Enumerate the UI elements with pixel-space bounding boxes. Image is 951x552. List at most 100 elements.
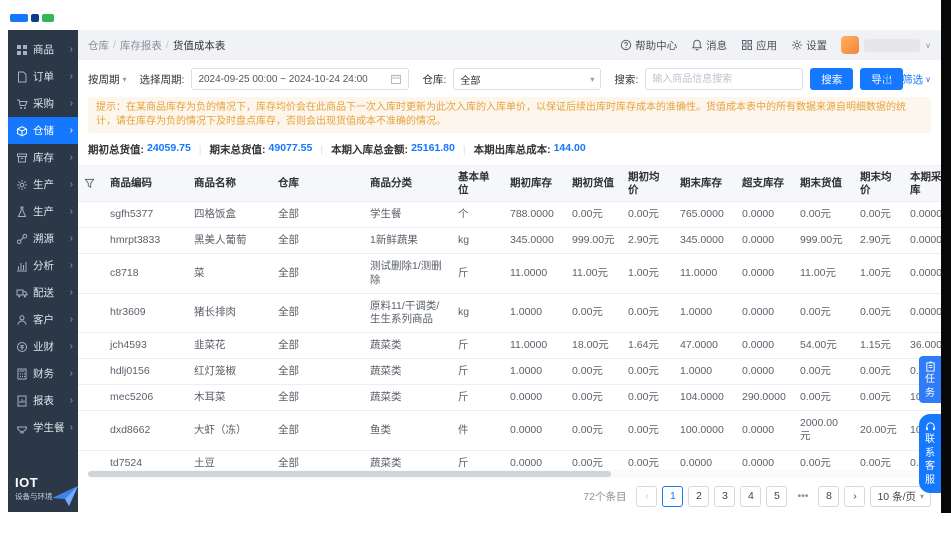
column-header: 期末均价 [854, 166, 904, 203]
table-cell: 学生餐 [364, 201, 452, 229]
table-cell: 0.0000 [736, 358, 794, 386]
sidebar-item-1[interactable]: 商品 › [8, 36, 78, 63]
contact-support-float-button[interactable]: 联系客服 [919, 414, 941, 493]
row-filter-cell [78, 450, 104, 469]
search-input[interactable] [645, 68, 804, 90]
page-button-4[interactable]: 4 [740, 485, 762, 507]
topbar-action-apps[interactable]: 应用 [741, 38, 777, 53]
table-cell: 54.00元 [794, 332, 854, 360]
sidebar-item-label: 配送 [33, 287, 54, 299]
table-cell: c8718 [104, 253, 188, 294]
table-cell: htr3609 [104, 293, 188, 333]
sidebar-item-8[interactable]: 溯源 › [8, 225, 78, 252]
grid-icon [17, 44, 27, 55]
sidebar-item-6[interactable]: 生产 › [8, 171, 78, 198]
sidebar-item-9[interactable]: 分析 › [8, 252, 78, 279]
gear-icon [792, 40, 803, 50]
page-button-2[interactable]: 2 [688, 485, 710, 507]
table-row[interactable]: hmrpt3833 黑美人葡萄 全部 1新鲜蔬果 kg 345.0000 999.00元 2.… [78, 227, 941, 255]
topbar: 仓库 / 库存报表 / 货值成本表 帮助中心 消息 应用 设置 ∨ [78, 30, 941, 60]
table-cell: 0.00元 [566, 201, 622, 229]
table-row[interactable]: jch4593 韭菜花 全部 蔬菜类斤 11.0000 18.00元 1.64元 47.000… [78, 332, 941, 360]
prev-page-button[interactable]: ‹ [636, 485, 658, 507]
column-filter-header[interactable] [78, 166, 104, 203]
task-float-button[interactable]: 任务 [919, 356, 941, 403]
table-row[interactable]: hdlj0156 红灯笼椒 全部 蔬菜类斤 1.0000 0.00元 0.00元 1.0000… [78, 358, 941, 386]
page-button-3[interactable]: 3 [714, 485, 736, 507]
chart-icon [17, 261, 27, 271]
warehouse-select[interactable]: 全部 ▾ [453, 68, 602, 90]
chevron-right-icon: › [69, 44, 73, 55]
account-menu[interactable]: ∨ [841, 36, 931, 54]
page-button-5[interactable]: 5 [766, 485, 788, 507]
table-row[interactable]: dxd8662 大虾（冻） 全部 鱼类件 0.0000 0.00元 0.00元 100.000… [78, 410, 941, 451]
table-row[interactable]: c8718 菜全部 测试删除1/测删除斤 11.0000 11.00元 1.00元 11.0… [78, 253, 941, 294]
table-row[interactable]: td7524 土豆 全部 蔬菜类斤 0.0000 0.00元 0.00元 0.0000 0.00… [78, 450, 941, 469]
sidebar-item-label: 学生餐 [33, 422, 65, 434]
topbar-action-bell[interactable]: 消息 [691, 38, 727, 53]
sidebar-item-5[interactable]: 库存 › [8, 144, 78, 171]
sidebar-item-11[interactable]: 客户 › [8, 306, 78, 333]
topbar-action-help[interactable]: 帮助中心 [620, 38, 677, 53]
table-cell: 全部 [272, 201, 364, 229]
contact-label-char: 联 [925, 434, 935, 445]
table-cell: 0.00元 [622, 293, 674, 333]
cart-icon [17, 99, 28, 109]
report-icon [17, 395, 27, 406]
avatar[interactable] [841, 36, 860, 54]
page-button-1[interactable]: 1 [662, 485, 684, 507]
table-row[interactable]: sgfh5377 四格饭盒 全部 学生餐个 788.0000 0.00元 0.00元 765.… [78, 201, 941, 229]
row-filter-cell [78, 227, 104, 255]
row-filter-cell [78, 253, 104, 294]
sidebar-item-2[interactable]: 订单 › [8, 63, 78, 90]
sidebar-item-15[interactable]: 学生餐 › [8, 414, 78, 441]
help-icon [620, 39, 632, 51]
sidebar-item-13[interactable]: 财务 › [8, 360, 78, 387]
date-range-input[interactable]: 2024-09-25 00:00 ~ 2024-10-24 24:00 [191, 68, 410, 90]
topbar-action-label: 设置 [806, 39, 828, 52]
screen-edge-strip [941, 0, 951, 513]
sidebar-item-12[interactable]: 业财 › [8, 333, 78, 360]
breadcrumb-item[interactable]: 库存报表 [120, 38, 162, 53]
page-button-8[interactable]: 8 [818, 485, 840, 507]
horizontal-scrollbar[interactable] [88, 470, 931, 478]
table-cell: 黑美人葡萄 [188, 227, 272, 255]
sidebar: 商品 › 订单 › 采购 › 仓储 › 库存 › 生产 › 生产 › 溯源 › 分析 › 配送 › 客户 › 业财 › 财务 › 报… [8, 30, 78, 512]
advanced-filter-link[interactable]: 高级筛选 ∨ [881, 72, 931, 87]
topbar-action-gear[interactable]: 设置 [791, 38, 827, 53]
chevron-right-icon: › [69, 368, 73, 379]
table-cell: 1.15元 [854, 332, 904, 360]
sidebar-item-3[interactable]: 采购 › [8, 90, 78, 117]
sidebar-item-10[interactable]: 配送 › [8, 279, 78, 306]
table-cell: 345.0000 [504, 227, 566, 255]
bowl-icon [16, 426, 28, 433]
row-filter-cell [78, 201, 104, 229]
stat-value: 24059.75 [147, 142, 191, 154]
table-cell: 原料11/干调类/生生系列商品 [364, 293, 452, 333]
main-area: 仓库 / 库存报表 / 货值成本表 帮助中心 消息 应用 设置 ∨ 按周期 ▾ 选择周期: [78, 30, 941, 512]
table-cell: 0.0000 [736, 410, 794, 451]
sidebar-item-14[interactable]: 报表 › [8, 387, 78, 414]
headset-icon [925, 422, 935, 431]
column-header: 商品编码 [104, 166, 188, 203]
stat-label: 期初总货值: [88, 144, 144, 156]
sidebar-item-7[interactable]: 生产 › [8, 198, 78, 225]
search-button[interactable]: 搜索 [810, 68, 854, 90]
sidebar-item-label: 客户 [33, 314, 54, 326]
apps-icon [742, 40, 753, 50]
period-mode-select[interactable]: 按周期 ▾ [88, 72, 127, 87]
date-range-value: 2024-09-25 00:00 ~ 2024-10-24 24:00 [198, 73, 368, 85]
table-cell: 0.00元 [622, 201, 674, 229]
table-row[interactable]: mec5206 木耳菜 全部 蔬菜类斤 0.0000 0.00元 0.00元 104.0000… [78, 384, 941, 412]
table-cell: 1新鲜蔬果 [364, 227, 452, 255]
table-row[interactable]: htr3609 猪长排肉 全部 原料11/干调类/生生系列商品 kg 1.0000 0.00… [78, 293, 941, 333]
stat-item: 本期入库总金额: 25161.80 [331, 142, 455, 157]
next-page-button[interactable]: › [844, 485, 866, 507]
stat-value: 49077.55 [268, 142, 313, 154]
table-cell: jch4593 [104, 332, 188, 360]
scrollbar-thumb[interactable] [88, 471, 611, 477]
sidebar-item-4[interactable]: 仓储 › [8, 117, 78, 144]
sidebar-item-label: 财务 [33, 368, 54, 380]
chevron-right-icon: › [69, 287, 73, 298]
breadcrumb-item[interactable]: 仓库 [88, 38, 109, 53]
